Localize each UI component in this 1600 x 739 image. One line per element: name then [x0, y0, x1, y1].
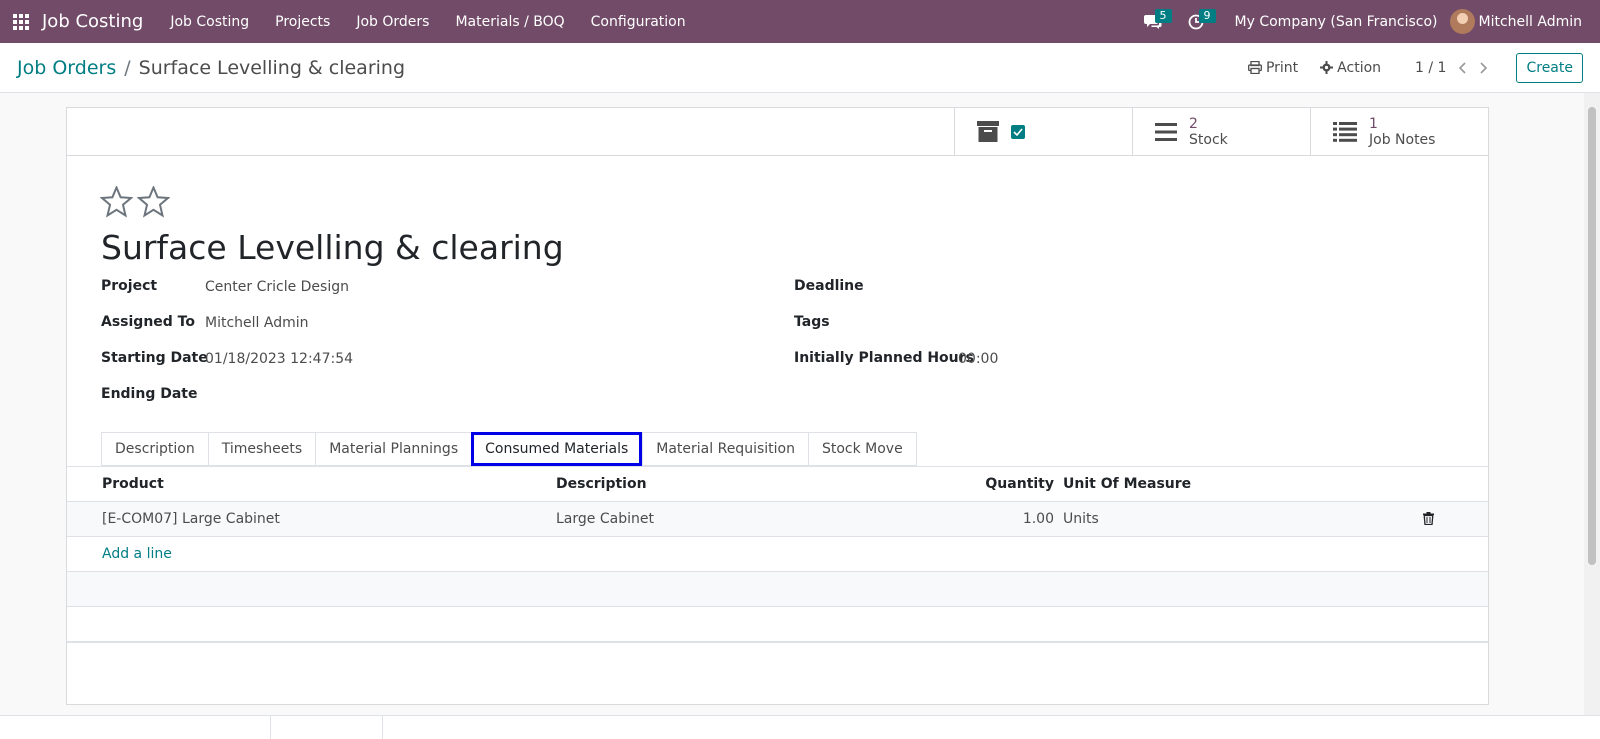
form-sheet: 2 Stock 1 Job Notes Surface Levelling & …: [66, 107, 1489, 705]
job-notes-label: Job Notes: [1369, 131, 1436, 148]
print-label: Print: [1265, 59, 1299, 76]
stock-label: Stock: [1189, 131, 1228, 148]
column-quantity[interactable]: Quantity: [985, 476, 1054, 492]
action-button[interactable]: Action: [1320, 60, 1381, 76]
action-label: Action: [1337, 59, 1382, 76]
column-description[interactable]: Description: [556, 476, 647, 492]
user-name: Mitchell Admin: [1478, 13, 1583, 30]
scrollbar-thumb[interactable]: [1588, 107, 1596, 565]
empty-row: [67, 606, 1488, 641]
add-line-row: Add a line: [67, 536, 1488, 571]
stock-smart-button[interactable]: 2 Stock: [1132, 108, 1310, 155]
tab-description[interactable]: Description: [101, 432, 208, 466]
column-uom[interactable]: Unit Of Measure: [1063, 476, 1191, 492]
row-uom[interactable]: Units: [1063, 511, 1099, 527]
chevron-left-icon[interactable]: [1458, 61, 1468, 75]
chevron-right-icon[interactable]: [1478, 61, 1488, 75]
planned-hours-field[interactable]: 00:00: [958, 351, 998, 367]
breadcrumb-current: Surface Levelling & clearing: [138, 56, 406, 79]
top-navbar: Job Costing Job Costing Projects Job Ord…: [0, 0, 1600, 43]
company-switcher[interactable]: My Company (San Francisco): [1217, 14, 1450, 30]
menu-configuration[interactable]: Configuration: [578, 0, 699, 43]
menu-bars-icon: [1155, 122, 1177, 141]
breadcrumb-separator: /: [124, 56, 131, 79]
pager-value[interactable]: 1 / 1: [1415, 60, 1446, 76]
deadline-label: Deadline: [794, 278, 864, 294]
messages-count-badge: 5: [1154, 9, 1172, 23]
chatter-bar: [0, 715, 1600, 739]
job-notes-smart-button[interactable]: 1 Job Notes: [1310, 108, 1488, 155]
notebook-tabs: Description Timesheets Material Planning…: [101, 432, 917, 466]
project-label: Project: [101, 278, 158, 294]
priority-widget: [100, 186, 170, 218]
control-panel: Job Orders / Surface Levelling & clearin…: [0, 43, 1600, 93]
menu-projects[interactable]: Projects: [262, 0, 343, 43]
consumed-materials-table: Product Description Quantity Unit Of Mea…: [67, 466, 1488, 643]
create-button[interactable]: Create: [1516, 52, 1583, 83]
tab-material-requisition[interactable]: Material Requisition: [642, 432, 808, 466]
apps-menu-icon[interactable]: [1, 0, 41, 43]
tab-timesheets[interactable]: Timesheets: [207, 432, 316, 466]
user-menu[interactable]: Mitchell Admin: [1449, 9, 1600, 34]
archive-button[interactable]: [954, 108, 1132, 155]
stock-count: 2: [1189, 115, 1198, 132]
record-title[interactable]: Surface Levelling & clearing: [101, 228, 564, 267]
vertical-scrollbar[interactable]: [1584, 93, 1600, 715]
row-description[interactable]: Large Cabinet: [556, 511, 654, 527]
menu-job-costing[interactable]: Job Costing: [157, 0, 262, 43]
menu-materials-boq[interactable]: Materials / BOQ: [442, 0, 577, 43]
list-icon: [1333, 121, 1357, 142]
delete-row-button[interactable]: [1423, 512, 1434, 529]
smart-button-box: 2 Stock 1 Job Notes: [67, 108, 1488, 156]
archive-box-icon: [977, 121, 999, 142]
table-row[interactable]: [E-COM07] Large Cabinet Large Cabinet 1.…: [67, 501, 1488, 536]
project-field[interactable]: Center Cricle Design: [205, 279, 349, 295]
assigned-to-label: Assigned To: [101, 314, 195, 330]
checkmark-icon: [1013, 127, 1023, 136]
tab-consumed-materials[interactable]: Consumed Materials: [471, 432, 643, 466]
planned-hours-label: Initially Planned Hours: [794, 350, 974, 366]
job-notes-count: 1: [1369, 115, 1378, 132]
print-icon: [1248, 61, 1262, 74]
tab-material-plannings[interactable]: Material Plannings: [315, 432, 472, 466]
empty-row: [67, 571, 1488, 606]
gear-icon: [1320, 61, 1334, 74]
breadcrumb: Job Orders / Surface Levelling & clearin…: [17, 57, 405, 79]
star-icon[interactable]: [137, 186, 170, 218]
row-product[interactable]: [E-COM07] Large Cabinet: [102, 511, 280, 527]
active-checkbox[interactable]: [1011, 124, 1025, 139]
messages-button[interactable]: 5: [1131, 0, 1175, 43]
starting-date-label: Starting Date: [101, 350, 208, 366]
ending-date-label: Ending Date: [101, 386, 198, 402]
tags-label: Tags: [794, 314, 830, 330]
add-line-link[interactable]: Add a line: [102, 546, 172, 562]
tab-stock-move[interactable]: Stock Move: [807, 432, 917, 466]
activities-button[interactable]: 9: [1175, 0, 1217, 43]
table-header: Product Description Quantity Unit Of Mea…: [67, 466, 1488, 501]
column-product[interactable]: Product: [102, 476, 164, 492]
print-button[interactable]: Print: [1248, 60, 1298, 76]
row-quantity[interactable]: 1.00: [1023, 511, 1054, 527]
assigned-to-field[interactable]: Mitchell Admin: [205, 315, 309, 331]
breadcrumb-job-orders[interactable]: Job Orders: [17, 57, 116, 79]
starting-date-field[interactable]: 01/18/2023 12:47:54: [205, 351, 353, 367]
trash-icon: [1423, 512, 1434, 526]
app-brand[interactable]: Job Costing: [42, 11, 143, 32]
activities-count-badge: 9: [1198, 9, 1216, 23]
menu-job-orders[interactable]: Job Orders: [343, 0, 442, 43]
star-icon[interactable]: [100, 186, 133, 218]
avatar: [1449, 9, 1475, 34]
empty-row: [67, 641, 1488, 643]
